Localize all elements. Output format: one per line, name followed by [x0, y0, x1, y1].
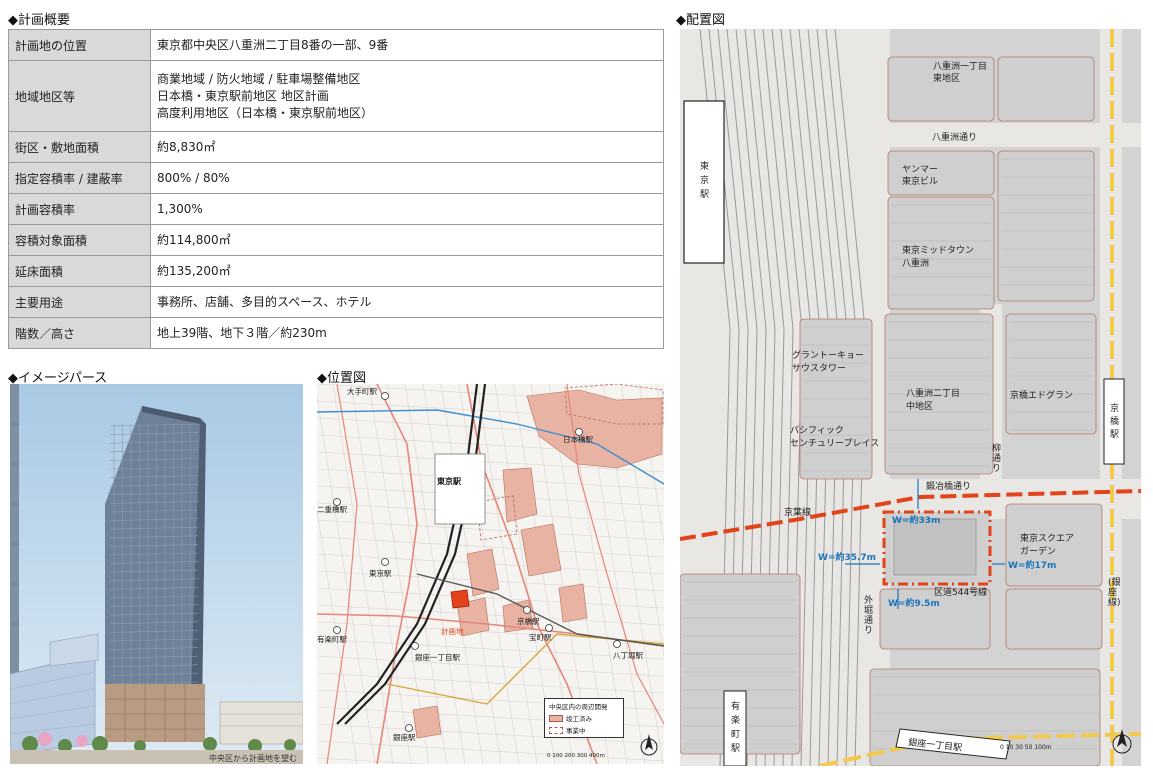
spec-value: 約114,800㎡ — [150, 224, 664, 256]
label-road544: 区道544号線 — [934, 586, 987, 598]
spec-key: 延床面積 — [8, 255, 151, 287]
legend-in-progress-swatch — [549, 726, 563, 734]
label-nijubashimae: 二重橋駅 — [317, 504, 347, 514]
spec-value-line: 事務所、店舗、多目的スペース、ホテル — [157, 294, 372, 309]
spec-row: 指定容積率 / 建蔽率 800% / 80% — [8, 162, 664, 194]
site-plan: 八重洲一丁目東地区 八重洲通り 東京駅 ヤンマー東京ビル 東京ミッドタウン八重洲… — [680, 29, 1141, 766]
width-north: W=約33m — [892, 514, 940, 526]
spec-key: 階数／高さ — [8, 317, 151, 349]
spec-value: 約135,200㎡ — [150, 255, 664, 287]
location-scale: 0 100 200 300 400m — [547, 753, 605, 759]
spec-key: 容積対象面積 — [8, 224, 151, 256]
legend-title: 中央区内の周辺開発 — [549, 703, 608, 711]
label-otemachi: 大手町駅 — [347, 386, 377, 396]
spec-key: 指定容積率 / 建蔽率 — [8, 162, 151, 194]
north-arrow-icon — [640, 734, 658, 756]
spec-row: 延床面積 約135,200㎡ — [8, 255, 664, 287]
spec-value-line: 1,300% — [157, 201, 203, 216]
plan-overview-table: 計画地の位置 東京都中央区八重洲二丁目8番の一部、9番 地域地区等 商業地域 / 防火… — [8, 29, 664, 349]
spec-key: 計画容積率 — [8, 193, 151, 225]
label-ginza-itchome: 銀座一丁目駅 — [415, 652, 460, 662]
image-perspective: 中央区から計画地を望む — [10, 384, 303, 764]
spec-row: 計画容積率 1,300% — [8, 193, 664, 225]
tokyo-station-block — [434, 453, 486, 525]
spec-value-line: 日本橋・東京駅前地区 地区計画 — [157, 88, 329, 103]
spec-row: 容積対象面積 約114,800㎡ — [8, 224, 664, 256]
width-south: W=約9.5m — [888, 597, 940, 609]
label-tokyo-station: 東京駅 — [700, 160, 709, 200]
label-hatchobori: 八丁堀駅 — [613, 651, 643, 660]
spec-row: 地域地区等 商業地域 / 防火地域 / 駐車場整備地区 日本橋・東京駅前地区 地区計… — [8, 60, 664, 132]
spec-value-line: 800% / 80% — [157, 170, 230, 185]
label-kyobashi-station: 京橋駅 — [1110, 402, 1119, 440]
location-map: 大手町駅 二重橋駅 東京駅 東京駅 有楽町駅 銀座一丁目駅 銀座駅 日本橋駅 京… — [317, 384, 664, 764]
perspective-caption: 中央区から計画地を望む — [209, 754, 297, 763]
site-marker — [450, 589, 470, 609]
label-keiyo-line: 京葉線 — [784, 506, 811, 518]
width-west: W=約35.7m — [818, 551, 876, 563]
label-tokyo: 東京駅 — [369, 568, 392, 578]
spec-value: 約8,830㎡ — [150, 131, 664, 163]
label-kyobashi-edgran: 京橋エドグラン — [1010, 389, 1073, 401]
spec-key: 地域地区等 — [8, 60, 151, 132]
tower-rendering — [10, 384, 303, 764]
spec-value: 東京都中央区八重洲二丁目8番の一部、9番 — [150, 29, 664, 61]
label-kyobashi: 京橋駅 — [517, 616, 540, 626]
spec-key: 計画地の位置 — [8, 29, 151, 61]
label-yurakucho: 有楽町駅 — [317, 634, 347, 644]
spec-value-line: 約8,830㎡ — [157, 139, 216, 154]
label-nihombashi: 日本橋駅 — [563, 434, 593, 444]
legend-completed-swatch — [549, 714, 563, 722]
spec-row: 計画地の位置 東京都中央区八重洲二丁目8番の一部、9番 — [8, 29, 664, 61]
site-plan-heading: ◆配置図 — [676, 13, 725, 28]
label-tokyo-main: 東京駅 — [437, 476, 462, 486]
label-takaracho: 宝町駅 — [529, 632, 552, 642]
spec-value: 800% / 80% — [150, 162, 664, 194]
label-ginza: 銀座駅 — [393, 732, 416, 742]
spec-value: 地上39階、地下３階／約230m — [150, 317, 664, 349]
plan-overview-heading: ◆計画概要 — [8, 13, 70, 28]
spec-value: 商業地域 / 防火地域 / 駐車場整備地区 日本橋・東京駅前地区 地区計画高度利用… — [150, 60, 664, 132]
spec-value: 事務所、店舗、多目的スペース、ホテル — [150, 286, 664, 318]
spec-value-line: 地上39階、地下３階／約230m — [157, 325, 327, 340]
spec-value: 1,300% — [150, 193, 664, 225]
label-sotobori: 外堀通り — [864, 594, 873, 636]
label-site: 計画地 — [441, 626, 464, 636]
legend-in-progress: 事業中 — [566, 727, 586, 735]
label-yanagi-dori: 柳通り — [992, 442, 1001, 474]
spec-key: 街区・敷地面積 — [8, 131, 151, 163]
width-east: W=約17m — [1008, 559, 1056, 571]
spec-value-line: 東京都中央区八重洲二丁目8番の一部、9番 — [157, 37, 389, 52]
location-legend: 中央区内の周辺開発 竣工済み 事業中 — [544, 698, 624, 738]
spec-row: 街区・敷地面積 約8,830㎡ — [8, 131, 664, 163]
spec-value-line: 高度利用地区（日本橋・東京駅前地区） — [157, 105, 374, 120]
spec-key: 主要用途 — [8, 286, 151, 318]
spec-row: 主要用途 事務所、店舗、多目的スペース、ホテル — [8, 286, 664, 318]
label-yaesu-dori: 八重洲通り — [932, 131, 977, 143]
spec-value-line: 商業地域 / 防火地域 / 駐車場整備地区 — [157, 71, 361, 86]
spec-value-line: 約135,200㎡ — [157, 263, 231, 278]
spec-value-line: 約114,800㎡ — [157, 232, 231, 247]
legend-completed: 竣工済み — [566, 715, 592, 723]
siteplan-scale: 0 10 30 50 100m — [1000, 744, 1052, 751]
label-kajibashi: 鍛冶橋通り — [926, 480, 971, 492]
spec-row: 階数／高さ 地上39階、地下３階／約230m — [8, 317, 664, 349]
site-plan-graphic: 八重洲一丁目東地区 八重洲通り 東京駅 ヤンマー東京ビル 東京ミッドタウン八重洲… — [680, 29, 1141, 766]
